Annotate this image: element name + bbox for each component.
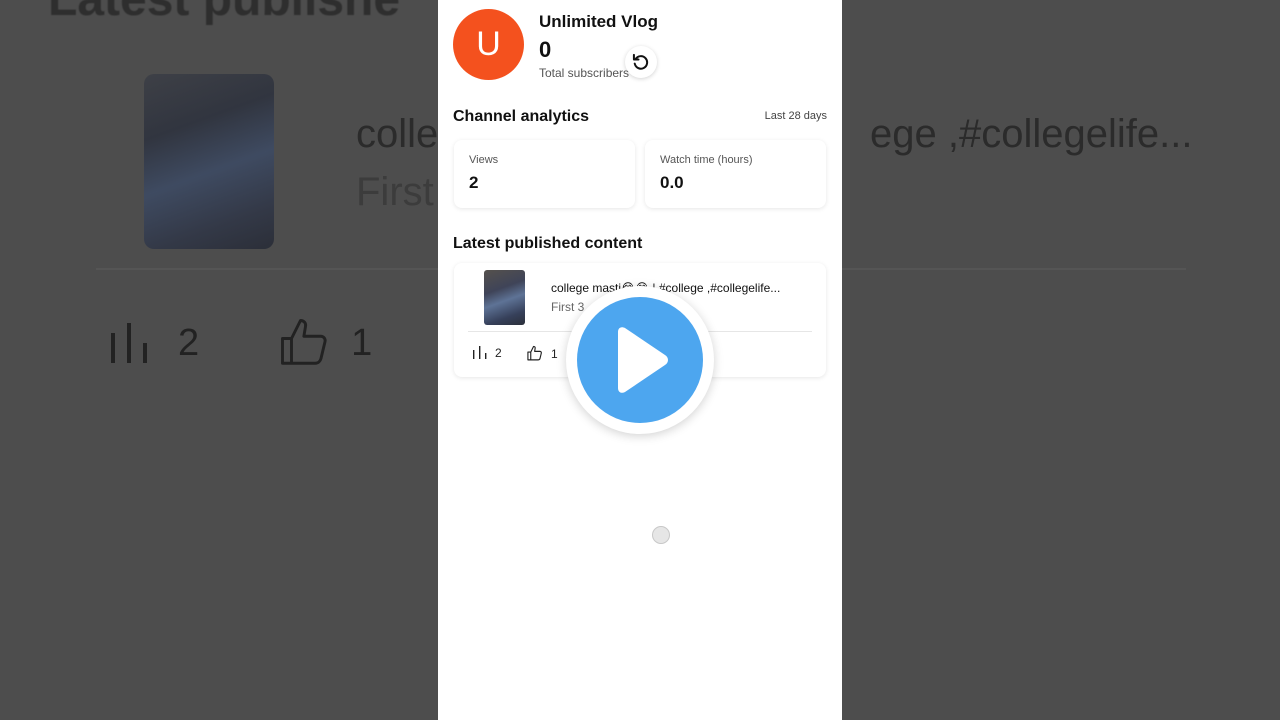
- bg-video-title-right: ege ,#collegelife...: [870, 112, 1193, 156]
- refresh-button[interactable]: [625, 46, 657, 78]
- bg-heading: Latest publishe: [48, 0, 400, 27]
- bg-video-thumbnail: [144, 74, 274, 249]
- views-label: Views: [469, 154, 499, 166]
- views-card[interactable]: Views 2: [454, 140, 635, 208]
- avatar-letter: U: [476, 25, 501, 63]
- play-button-circle: [577, 297, 703, 423]
- channel-name: Unlimited Vlog: [539, 12, 658, 31]
- bg-video-title-left: colle: [356, 112, 439, 156]
- latest-content-title: Latest published content: [453, 235, 643, 252]
- bg-stats: 2 1: [108, 316, 372, 370]
- analytics-range[interactable]: Last 28 days: [765, 110, 827, 122]
- channel-avatar[interactable]: U: [453, 9, 524, 80]
- views-bar-icon: [473, 346, 487, 359]
- video-views-stat: 2: [472, 345, 502, 360]
- bg-views-count: 2: [178, 321, 200, 364]
- touch-indicator: [652, 526, 670, 544]
- video-likes-stat: 1: [526, 345, 558, 362]
- bg-thumbs-up-icon: [281, 319, 327, 365]
- subscriber-count: 0: [539, 37, 552, 62]
- video-title[interactable]: college masti😂😂 | #college ,#collegelife…: [551, 281, 815, 295]
- subscriber-label: Total subscribers: [539, 66, 629, 80]
- video-thumbnail[interactable]: [484, 270, 525, 325]
- bg-views-bar-icon: [111, 323, 147, 363]
- analytics-title: Channel analytics: [453, 108, 590, 125]
- video-subtitle: First 3: [551, 300, 585, 314]
- bg-video-subtitle: First: [356, 170, 434, 214]
- views-value: 2: [469, 173, 479, 192]
- refresh-icon: [632, 53, 649, 70]
- watch-time-card[interactable]: Watch time (hours) 0.0: [645, 140, 826, 208]
- play-icon: [618, 327, 668, 393]
- bg-likes-count: 1: [351, 321, 373, 364]
- play-button[interactable]: [566, 286, 714, 434]
- video-views-count: 2: [495, 345, 502, 360]
- watch-time-label: Watch time (hours): [660, 154, 753, 166]
- watch-time-value: 0.0: [660, 173, 684, 192]
- thumbs-up-icon: [527, 345, 542, 361]
- video-likes-count: 1: [551, 346, 558, 361]
